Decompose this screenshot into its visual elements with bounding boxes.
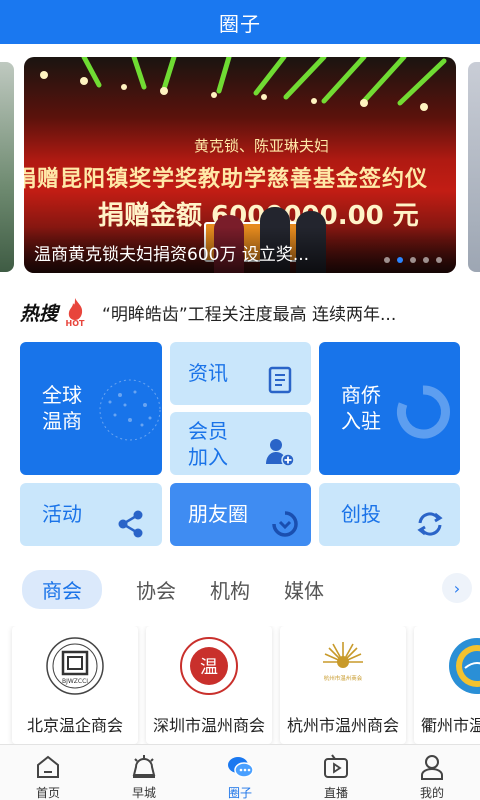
user-icon (421, 755, 443, 780)
tab-media[interactable]: 媒体 (284, 570, 324, 609)
banner-subtitle: 黄克锁、陈亚琳夫妇 (194, 137, 330, 155)
svg-text:HOT: HOT (66, 319, 85, 327)
tile-label: 全球温商 (42, 383, 82, 433)
chamber-card[interactable]: BJWZCCI 北京温企商会 (12, 626, 138, 744)
add-user-icon (266, 439, 295, 467)
chamber-name: 杭州市温州商会 (286, 716, 399, 735)
carousel-dot[interactable] (423, 257, 429, 263)
banner-headline: 捐赠昆阳镇奖学奖教助学慈善基金签约仪 (24, 167, 429, 192)
tab-chamber[interactable]: 商会 (22, 569, 102, 609)
chamber-list: BJWZCCI 北京温企商会 温 深圳市温州商会 杭州市温州商会 杭州市温州商会 (0, 626, 480, 744)
nav-label: 早城 (131, 786, 156, 800)
nav-label: 圈子 (227, 786, 252, 800)
refresh-icon (397, 385, 450, 439)
tab-institution[interactable]: 机构 (210, 570, 250, 609)
home-icon (37, 755, 59, 778)
news-tile[interactable]: 资讯 (170, 342, 311, 405)
nav-label: 首页 (35, 786, 60, 800)
chamber-logo: BJWZCCI (46, 637, 104, 695)
chat-icon (228, 757, 254, 778)
banner-carousel[interactable]: 黄克锁、陈亚琳夫妇 捐赠昆阳镇奖学奖教助学慈善基金签约仪 捐赠金额 600000… (24, 57, 456, 273)
member-join-tile[interactable]: 会员加入 (170, 412, 311, 475)
chamber-card[interactable]: 温 深圳市温州商会 (146, 626, 272, 744)
tile-label: 资讯 (188, 361, 228, 385)
svg-text:杭州市温州商会: 杭州市温州商会 (324, 674, 363, 682)
nav-item-home[interactable]: 首页 (0, 745, 96, 800)
tile-label: 朋友圈 (188, 502, 248, 526)
share-icon (118, 510, 143, 538)
flame-icon: HOT (62, 297, 88, 328)
nav-item-mine[interactable]: 我的 (384, 745, 480, 800)
banner-caption: 温商黄克锁夫妇捐资600万 设立奖... (34, 245, 310, 265)
banner-next-slide[interactable] (468, 62, 480, 272)
circle-refresh-icon (272, 511, 298, 537)
tile-label: 会员加入 (188, 419, 228, 469)
nav-item-morning[interactable]: 早城 (96, 745, 192, 800)
carousel-dot-active[interactable] (397, 257, 403, 263)
bottom-nav: 首页 早城 圈子 直播 我的 (0, 744, 480, 800)
globe-icon (99, 379, 161, 441)
carousel-dot[interactable] (410, 257, 416, 263)
nav-item-live[interactable]: 直播 (288, 745, 384, 800)
chamber-card[interactable]: 衢州市温州商会 (414, 626, 480, 744)
activity-tile[interactable]: 活动 (20, 483, 162, 546)
page-title: 圈子 (219, 11, 261, 36)
svg-text:温: 温 (200, 657, 218, 678)
nav-label: 我的 (419, 786, 444, 800)
moments-tile[interactable]: 朋友圈 (170, 483, 311, 546)
hot-search-text[interactable]: “明眸皓齿”工程关注度最高 连续两年... (102, 300, 442, 325)
global-wenshang-tile[interactable]: 全球温商 (20, 342, 162, 475)
chamber-logo: 温 (180, 637, 238, 695)
hot-search-bar[interactable]: 热搜 HOT “明眸皓齿”工程关注度最高 连续两年... (20, 296, 460, 328)
svg-text:BJWZCCI: BJWZCCI (62, 678, 88, 685)
hot-search-label: 热搜 (20, 302, 59, 325)
overseas-settle-tile[interactable]: 商侨入驻 (319, 342, 460, 475)
banner-prev-slide[interactable] (0, 62, 14, 272)
tab-association[interactable]: 协会 (136, 570, 176, 609)
stage-lights-image (40, 57, 447, 111)
chevron-right-icon[interactable]: › (442, 573, 472, 603)
app-header: 圈子 (0, 0, 480, 44)
tv-icon (324, 754, 348, 778)
nav-label: 直播 (323, 786, 348, 800)
carousel-dot[interactable] (384, 257, 390, 263)
tile-label: 商侨入驻 (341, 383, 381, 433)
chamber-logo (449, 638, 480, 694)
nav-item-circle[interactable]: 圈子 (192, 745, 288, 800)
chamber-name: 深圳市温州商会 (152, 716, 265, 735)
chamber-name: 北京温企商会 (26, 716, 123, 735)
chamber-name: 衢州市温州商会 (420, 716, 480, 735)
alarm-icon (132, 755, 156, 778)
chamber-card[interactable]: 杭州市温州商会 杭州市温州商会 (280, 626, 406, 744)
venture-tile[interactable]: 创投 (319, 483, 460, 546)
chamber-logo: 杭州市温州商会 (323, 642, 363, 682)
carousel-indicator (384, 257, 442, 263)
sync-icon (417, 512, 443, 536)
tile-label: 创投 (341, 502, 381, 526)
category-tabs: 商会 协会 机构 媒体 › (22, 569, 480, 609)
tile-label: 活动 (42, 502, 82, 526)
carousel-dot[interactable] (436, 257, 442, 263)
document-icon (268, 366, 292, 394)
